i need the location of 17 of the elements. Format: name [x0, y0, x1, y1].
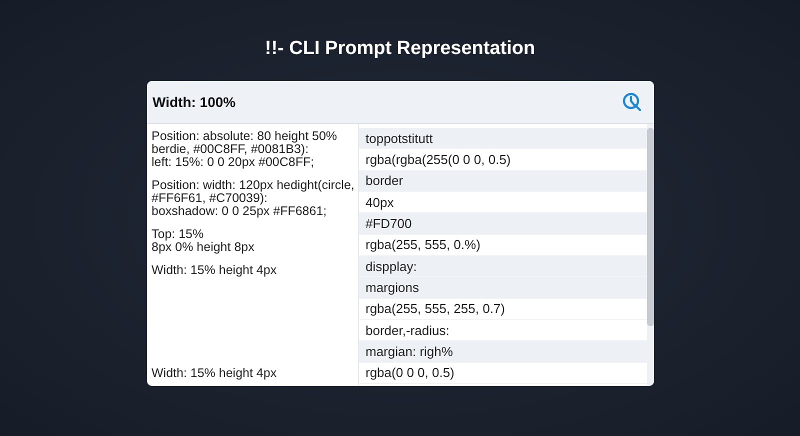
list-row[interactable]: dispplay:: [358, 256, 646, 278]
header-text: Width: 100%: [152, 94, 236, 110]
list-row[interactable]: #FD700: [358, 213, 646, 235]
list-row[interactable]: rgba(255, 555, 255, 0.7): [358, 298, 646, 320]
list-row[interactable]: rgba(0 0 0, 0.5): [358, 362, 646, 384]
list-row[interactable]: border: [358, 170, 646, 192]
list-row[interactable]: toppotstitutt: [358, 128, 646, 150]
note-text: Top: 15% 8px 0% height 8px: [152, 228, 256, 254]
page-title: !!- CLI Prompt Representation: [264, 38, 536, 60]
note-text: Width: 15% height 4px: [152, 367, 278, 380]
search-icon[interactable]: [622, 92, 642, 112]
note-text: Position: absolute: 80 height 50% berdie, #00C8FF, #0081B3): left: 15%: 0 0 20px #00C8FF;: [152, 130, 338, 169]
list-row[interactable]: margian: righ%: [358, 341, 646, 363]
note-text: Width: 15% height 4px: [152, 264, 278, 277]
list-row[interactable]: margions: [358, 277, 646, 299]
list-row[interactable]: rgba(255, 555, 0.%): [358, 234, 646, 256]
note-text: Position: width: 120px hedight(circle, #FF6F61, #C70039): boxshadow: 0 0 25px #FF6861;: [152, 179, 356, 218]
